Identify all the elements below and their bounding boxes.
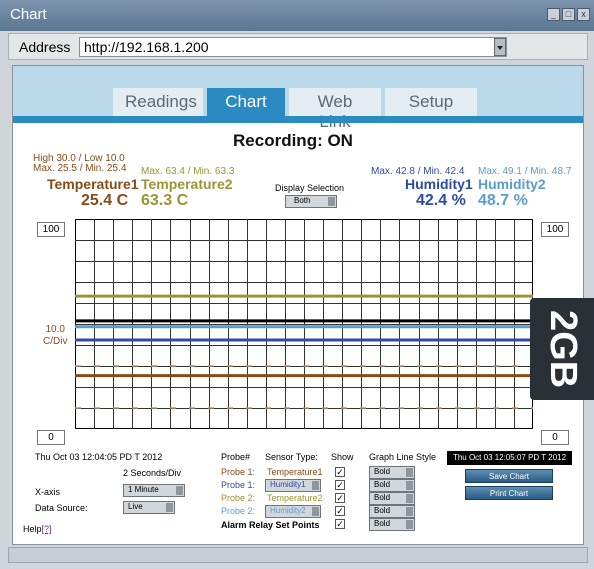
temp2-value: 63.3 C [141, 192, 189, 209]
chevron-down-icon [176, 486, 183, 495]
style-value: Bold [374, 493, 391, 502]
save-chart-button[interactable]: Save Chart [465, 469, 553, 483]
recording-status: Recording: ON [233, 131, 353, 150]
temp1-value: 25.4 C [81, 192, 129, 209]
show-checkbox[interactable]: ✓ [335, 480, 345, 490]
maximize-icon[interactable]: □ [562, 8, 575, 21]
temp1-hilow: High 30.0 / Low 10.0 Max. 25.5 / Min. 25… [33, 154, 126, 174]
chevron-down-icon [406, 481, 413, 490]
style-value: Bold [374, 480, 391, 489]
tab-readings[interactable]: Readings [113, 88, 203, 117]
seconds-per-div: 2 Seconds/Div [123, 468, 182, 478]
hum1-value: 42.4 % [416, 192, 466, 209]
tab-setup[interactable]: Setup [385, 88, 477, 117]
probe-label: Probe 2: [221, 493, 256, 503]
style-select[interactable]: Bold [369, 505, 415, 518]
sensor-select[interactable]: Humidity1 [265, 479, 321, 492]
show-checkbox[interactable]: ✓ [335, 493, 345, 503]
display-selection-value: Both [294, 196, 311, 205]
style-value: Bold [374, 467, 391, 476]
display-selection-select[interactable]: Both [285, 195, 337, 208]
help-link[interactable]: [?] [42, 524, 52, 534]
time-start: Thu Oct 03 12:04:05 PD T 2012 [35, 452, 163, 462]
probe-header: Probe# [221, 452, 251, 462]
style-header: Graph Line Style [369, 452, 437, 462]
time-end: Thu Oct 03 12:05:07 PD T 2012 [447, 451, 572, 465]
chevron-down-icon [166, 503, 173, 512]
sensor-value: Humidity1 [270, 480, 306, 489]
help-label: Help [23, 524, 42, 534]
chevron-down-icon [406, 468, 413, 477]
display-selection-label: Display Selection [275, 183, 345, 193]
alarm-style-value: Bold [374, 519, 391, 528]
address-dropdown-icon[interactable] [494, 38, 506, 56]
probe-label: Probe 2: [221, 506, 256, 516]
chevron-down-icon [406, 494, 413, 503]
page-viewport: Readings Chart Web Link Setup Recording:… [12, 65, 584, 545]
temp1-maxmin-text: Max. 25.5 / Min. 25.4 [33, 163, 127, 174]
xaxis-label: X-axis [35, 487, 61, 497]
address-label: Address [19, 39, 71, 55]
title-bar: Chart _ □ x [0, 0, 594, 31]
address-bar: Address http://192.168.1.200 [8, 33, 588, 60]
y-right-bottom[interactable]: 0 [541, 430, 569, 445]
style-select[interactable]: Bold [369, 466, 415, 479]
chevron-down-icon [406, 520, 413, 529]
tab-web-link[interactable]: Web Link [289, 88, 381, 131]
address-input[interactable]: http://192.168.1.200 [79, 37, 507, 57]
show-header: Show [331, 452, 354, 462]
datasource-select[interactable]: Live [123, 501, 175, 514]
temp2-name: Temperature2 [141, 176, 233, 192]
sensor-select[interactable]: Humidity2 [265, 505, 321, 518]
chevron-down-icon [312, 481, 319, 490]
style-select[interactable]: Bold [369, 479, 415, 492]
chevron-down-icon [328, 197, 335, 206]
y-left-bottom[interactable]: 0 [37, 430, 65, 445]
sensor-value: Humidity2 [270, 506, 306, 515]
xaxis-select[interactable]: 1 Minute [123, 484, 185, 497]
alarm-label: Alarm Relay Set Points [221, 520, 320, 530]
y-left-top[interactable]: 100 [37, 222, 65, 237]
hum2-value: 48.7 % [478, 192, 528, 209]
chevron-down-icon [312, 507, 319, 516]
tab-bar: Readings Chart Web Link Setup [113, 88, 477, 131]
sd-card-overlay: 2GB [530, 298, 594, 400]
chevron-down-icon [406, 507, 413, 516]
sensor-label: Temperature1 [267, 467, 323, 477]
style-value: Bold [374, 506, 391, 515]
browser-window: Chart _ □ x Address http://192.168.1.200… [0, 0, 594, 569]
alarm-show-checkbox[interactable]: ✓ [335, 519, 345, 529]
print-chart-button[interactable]: Print Chart [465, 486, 553, 500]
temp1-name: Temperature1 [47, 176, 139, 192]
probe-label: Probe 1: [221, 467, 256, 477]
hum1-name: Humidity1 [405, 176, 473, 192]
tab-underline [13, 116, 583, 123]
hum2-name: Humidity2 [478, 176, 546, 192]
datasource-label: Data Source: [35, 503, 88, 513]
division-unit: C/Div [43, 336, 68, 347]
show-checkbox[interactable]: ✓ [335, 506, 345, 516]
sensor-label: Temperature2 [267, 493, 323, 503]
probe-label: Probe 1: [221, 480, 256, 490]
status-bar [8, 547, 588, 563]
tab-chart[interactable]: Chart [207, 88, 285, 117]
sd-card-label: 2GB [542, 310, 584, 389]
help-text: Help[?] [23, 524, 52, 534]
datasource-value: Live [128, 502, 143, 511]
window-title: Chart [10, 6, 47, 23]
chart-plot [75, 219, 533, 429]
close-icon[interactable]: x [577, 8, 590, 21]
xaxis-value: 1 Minute [128, 485, 159, 494]
style-select[interactable]: Bold [369, 492, 415, 505]
show-checkbox[interactable]: ✓ [335, 467, 345, 477]
minimize-icon[interactable]: _ [547, 8, 560, 21]
sensor-header: Sensor Type: [265, 452, 318, 462]
division-value: 10.0 [45, 324, 65, 335]
division-label: 10.0 C/Div [43, 324, 67, 348]
alarm-style-select[interactable]: Bold [369, 518, 415, 531]
y-right-top[interactable]: 100 [541, 222, 569, 237]
